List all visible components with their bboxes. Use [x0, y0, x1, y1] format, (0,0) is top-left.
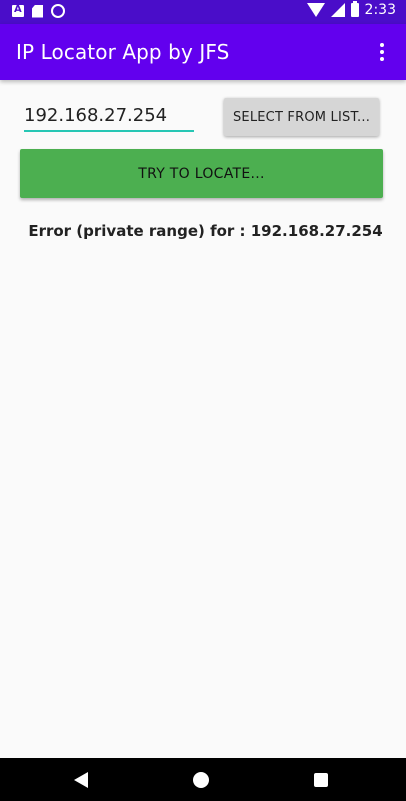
status-time: 2:33: [364, 2, 396, 18]
result-message: Error (private range) for : 192.168.27.2…: [28, 222, 383, 240]
wifi-icon: [306, 3, 325, 17]
back-icon[interactable]: [74, 772, 88, 788]
overflow-menu-icon[interactable]: [370, 40, 394, 64]
status-bar: 2:33: [0, 0, 406, 24]
try-to-locate-button[interactable]: TRY TO LOCATE...: [20, 149, 383, 198]
battery-icon: [350, 1, 359, 17]
recents-icon[interactable]: [314, 773, 328, 787]
a-notification-icon: [12, 4, 24, 17]
home-icon[interactable]: [193, 772, 209, 788]
cellular-icon: [330, 3, 345, 17]
sd-card-icon: [32, 4, 43, 18]
app-bar: IP Locator App by JFS: [0, 24, 406, 80]
status-left-icons: [12, 4, 65, 18]
app-title: IP Locator App by JFS: [16, 40, 230, 64]
select-from-list-button[interactable]: SELECT FROM LIST...: [224, 98, 379, 136]
navigation-bar: [0, 758, 406, 801]
circle-ring-icon: [51, 4, 65, 18]
status-right-icons: 2:33: [306, 1, 396, 18]
ip-address-input[interactable]: [24, 100, 194, 132]
